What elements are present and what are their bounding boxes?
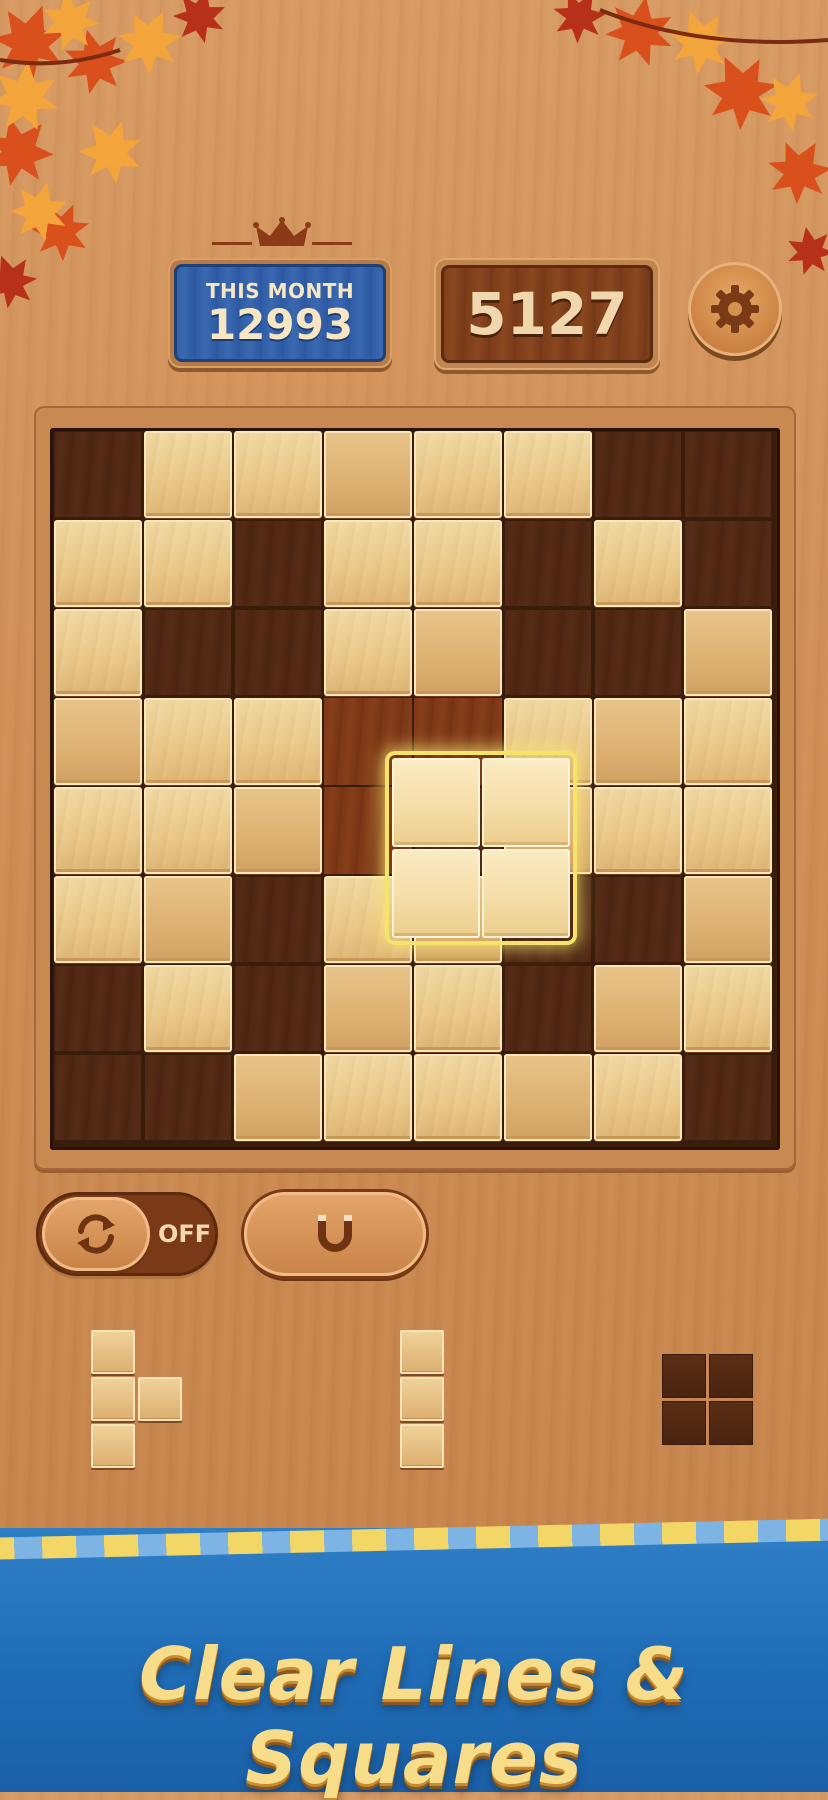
board-cell-filled[interactable] [684, 965, 772, 1052]
board-cell-filled[interactable] [54, 876, 142, 963]
board-cell-filled[interactable] [144, 431, 232, 518]
board-cell-filled[interactable] [144, 876, 232, 963]
rotate-toggle[interactable]: OFF [36, 1192, 218, 1276]
magnet-button[interactable] [244, 1192, 426, 1276]
crown-icon [212, 217, 352, 246]
month-score: 12993 [206, 300, 354, 349]
board-cell-filled[interactable] [684, 876, 772, 963]
piece-tile [400, 1424, 444, 1468]
board-cell-filled[interactable] [594, 965, 682, 1052]
slot-tile [662, 1401, 706, 1445]
board-cell-filled[interactable] [54, 787, 142, 874]
piece-tile [91, 1377, 135, 1421]
dragged-piece-tile [392, 758, 480, 847]
board-cell-empty[interactable] [54, 965, 142, 1052]
board-cell-empty[interactable] [684, 431, 772, 518]
rotate-knob[interactable] [42, 1197, 150, 1271]
board-cell-empty[interactable] [234, 965, 322, 1052]
piece-tile [400, 1330, 444, 1374]
board-cell-filled[interactable] [414, 1054, 502, 1141]
board-cell-filled[interactable] [414, 520, 502, 607]
slot-tile [709, 1354, 753, 1398]
board-cell-filled[interactable] [594, 1054, 682, 1141]
slot-tile [709, 1401, 753, 1445]
piece-tile [400, 1377, 444, 1421]
board-cell-filled[interactable] [54, 609, 142, 696]
board-cell-filled[interactable] [414, 431, 502, 518]
board-cell-empty[interactable] [594, 876, 682, 963]
gear-icon [711, 285, 759, 333]
board-cell-filled[interactable] [234, 1054, 322, 1141]
board-cell-empty[interactable] [684, 1054, 772, 1141]
board-cell-empty[interactable] [504, 520, 592, 607]
board-cell-empty[interactable] [504, 609, 592, 696]
board-cell-filled[interactable] [684, 698, 772, 785]
dragged-square-piece[interactable] [389, 755, 573, 941]
settings-button[interactable] [688, 262, 782, 356]
magnet-icon [318, 1215, 352, 1252]
piece-tile [91, 1424, 135, 1468]
piece-tile [138, 1377, 182, 1421]
board-cell-filled[interactable] [594, 698, 682, 785]
board-cell-filled[interactable] [324, 431, 412, 518]
current-score-inner: 5127 [441, 265, 653, 363]
board-cell-empty[interactable] [234, 609, 322, 696]
board-cell-filled[interactable] [54, 520, 142, 607]
board-cell-filled[interactable] [144, 965, 232, 1052]
board-cell-empty[interactable] [234, 876, 322, 963]
board-cell-filled[interactable] [684, 787, 772, 874]
current-score-panel: 5127 [434, 258, 660, 370]
current-score: 5127 [466, 280, 628, 348]
board-cell-filled[interactable] [234, 431, 322, 518]
board-cell-filled[interactable] [324, 965, 412, 1052]
board-cell-filled[interactable] [144, 520, 232, 607]
board-cell-filled[interactable] [684, 609, 772, 696]
slot-tile [662, 1354, 706, 1398]
board-cell-filled[interactable] [234, 698, 322, 785]
board-cell-filled[interactable] [594, 520, 682, 607]
tray-piece-t[interactable] [91, 1330, 185, 1470]
board-cell-filled[interactable] [144, 698, 232, 785]
board-cell-filled[interactable] [594, 787, 682, 874]
dragged-piece-tile [482, 758, 570, 847]
board-cell-filled[interactable] [414, 609, 502, 696]
monthly-best-panel: THIS MONTH 12993 [168, 258, 392, 368]
board-cell-empty[interactable] [144, 1054, 232, 1141]
board-cell-filled[interactable] [324, 609, 412, 696]
rotate-icon [77, 1214, 115, 1254]
board-cell-empty[interactable] [504, 965, 592, 1052]
banner-text: Clear Lines & Squares [139, 1632, 689, 1800]
piece-tile [91, 1330, 135, 1374]
dragged-piece-tile [392, 849, 480, 938]
board-cell-empty[interactable] [54, 431, 142, 518]
rotate-toggle-state: OFF [158, 1220, 212, 1248]
board-cell-filled[interactable] [324, 520, 412, 607]
board-cell-empty[interactable] [54, 1054, 142, 1141]
tray-piece-line[interactable] [400, 1330, 446, 1470]
board-cell-filled[interactable] [414, 965, 502, 1052]
dragged-piece-tile [482, 849, 570, 938]
board-cell-empty[interactable] [594, 609, 682, 696]
board-cell-filled[interactable] [324, 1054, 412, 1141]
board-cell-empty[interactable] [594, 431, 682, 518]
board-cell-filled[interactable] [504, 1054, 592, 1141]
board-cell-filled[interactable] [144, 787, 232, 874]
board-cell-empty[interactable] [684, 520, 772, 607]
board-cell-filled[interactable] [234, 787, 322, 874]
board-cell-empty[interactable] [234, 520, 322, 607]
monthly-best-inner: THIS MONTH 12993 [174, 264, 386, 362]
board-cell-filled[interactable] [54, 698, 142, 785]
tray-piece-square-slot [662, 1354, 756, 1448]
board-cell-filled[interactable] [504, 431, 592, 518]
board-cell-empty[interactable] [144, 609, 232, 696]
